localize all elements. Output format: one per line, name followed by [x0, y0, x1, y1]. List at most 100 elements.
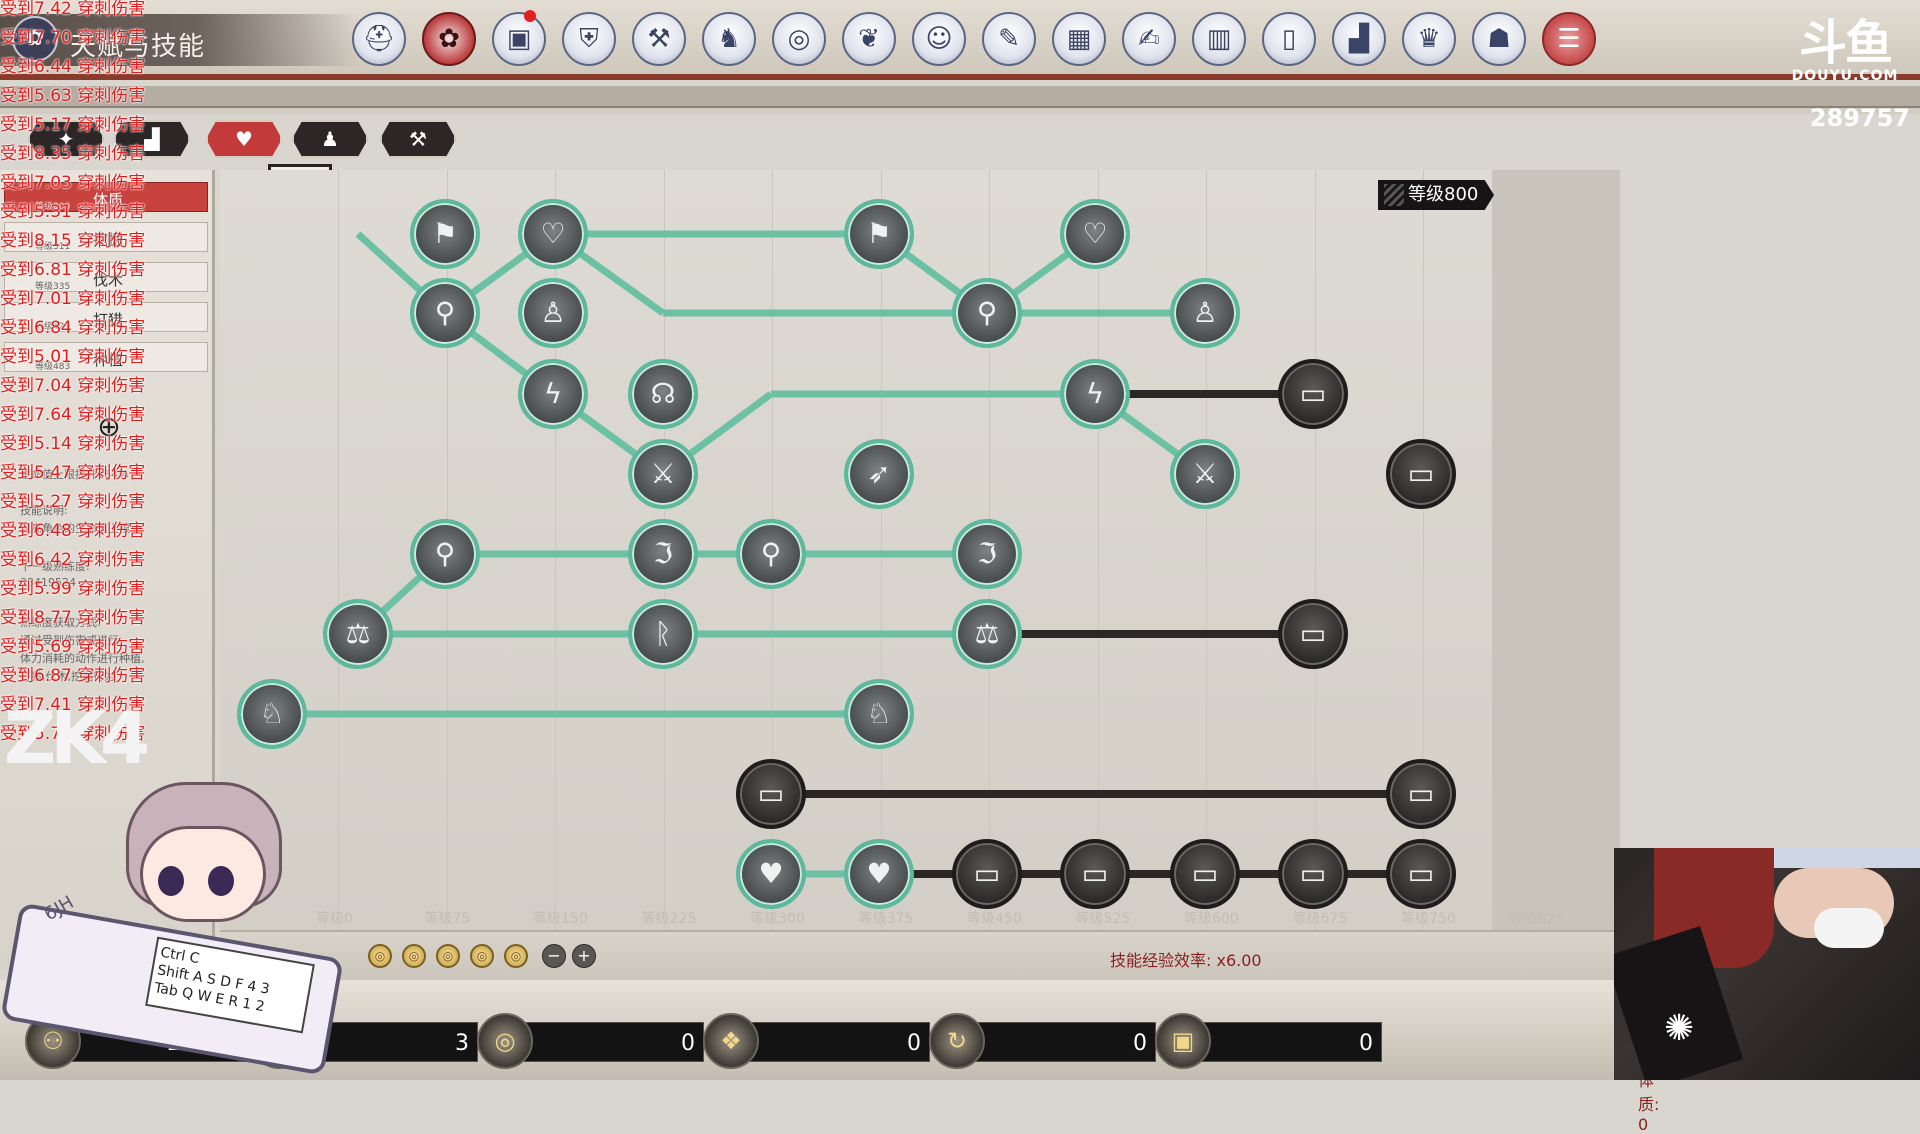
coin-icon[interactable]: ◎	[772, 12, 826, 66]
talent-icon[interactable]: ✿	[422, 12, 476, 66]
speed-plus-button[interactable]: +	[572, 944, 596, 968]
map-icon[interactable]: ▦	[1052, 12, 1106, 66]
ranking-icon[interactable]: ▟	[1332, 12, 1386, 66]
book-icon[interactable]: ✍	[1122, 12, 1176, 66]
tab-leader[interactable]: ♟	[292, 120, 368, 158]
speed-5-icon[interactable]: ◎	[504, 944, 528, 968]
header-band-lower	[0, 108, 1920, 114]
talent-node-stomach-icon[interactable]: ℑ	[628, 519, 698, 589]
talent-node-meat-icon[interactable]: ⚲	[736, 519, 806, 589]
talent-node-chest-lock-icon[interactable]: ▭	[1278, 599, 1348, 669]
chest-lock-icon: ▭	[1407, 457, 1435, 490]
talent-node-lightning-icon[interactable]: ϟ	[1060, 359, 1130, 429]
mask-icon[interactable]: ☗	[1472, 12, 1526, 66]
skill-item-farming[interactable]: 种植 等级483	[4, 342, 208, 372]
talent-node-run-icon[interactable]: ⚑	[410, 199, 480, 269]
talent-node-chest-lock-icon[interactable]: ▭	[1278, 359, 1348, 429]
skill-item-hunting[interactable]: 打猎 等级429	[4, 302, 208, 332]
talent-node-heart-plus-icon[interactable]: ♥	[736, 839, 806, 909]
talent-node-broken-heart-icon[interactable]: ♡	[1060, 199, 1130, 269]
speed-minus-button[interactable]: −	[542, 944, 566, 968]
webcam-mouse	[1814, 908, 1884, 948]
strength-icon: ⚔	[650, 457, 676, 490]
talent-node-body-icon[interactable]: ♙	[518, 278, 588, 348]
column-label: 等级450	[967, 911, 1022, 927]
talent-node-head-icon[interactable]: ☊	[628, 359, 698, 429]
talent-node-stomach-icon[interactable]: ℑ	[952, 519, 1022, 589]
detail-gain-2: 体力消耗的动作进行种植,	[20, 652, 145, 665]
resource-refresh: ↻ 0	[929, 1013, 1156, 1069]
talent-node-body-icon[interactable]: ♙	[1170, 278, 1240, 348]
talent-node-chest-lock-icon[interactable]: ▭	[1060, 839, 1130, 909]
door-icon[interactable]: ▯	[1262, 12, 1316, 66]
talent-node-heart-plus-icon[interactable]: ♥	[844, 839, 914, 909]
tab-crafting[interactable]: ⚒	[380, 120, 456, 158]
speed-3-icon[interactable]: ◎	[436, 944, 460, 968]
level-badge-text: 等级800	[1408, 184, 1479, 205]
tab-constitution[interactable]: ♥	[206, 120, 282, 158]
talent-node-chest-lock-icon[interactable]: ▭	[1278, 839, 1348, 909]
horse-icon[interactable]: ♞	[702, 12, 756, 66]
skill-item-name: 体质	[93, 191, 124, 209]
speed-4-icon[interactable]: ◎	[470, 944, 494, 968]
column-gridline	[1531, 170, 1533, 930]
detail-gain-title: 熟练度获取方式:	[20, 616, 101, 629]
talent-node-chest-lock-icon[interactable]: ▭	[1170, 839, 1240, 909]
talent-node-chest-lock-icon[interactable]: ▭	[952, 839, 1022, 909]
shield-icon[interactable]: ⛨	[562, 12, 616, 66]
resource-value: 0	[681, 1031, 695, 1056]
body-icon: ♙	[540, 296, 566, 329]
talent-node-chest-lock-icon[interactable]: ▭	[1386, 759, 1456, 829]
page-title: 天赋与技能	[70, 32, 206, 62]
talent-node-strength-icon[interactable]: ⚔	[1170, 439, 1240, 509]
tab-skill[interactable]: ▟	[114, 120, 190, 158]
talent-node-organ-icon[interactable]: ᚱ	[628, 599, 698, 669]
talent-node-broken-heart-icon[interactable]: ♡	[518, 199, 588, 269]
talent-node-chest-lock-icon[interactable]: ▭	[1386, 439, 1456, 509]
skill-item-digging[interactable]: 挖掘 等级311	[4, 222, 208, 252]
column-label: 等级150	[533, 911, 588, 927]
talent-node-torso-icon[interactable]: ⚲	[410, 278, 480, 348]
helmet-icon[interactable]: ⛑	[352, 12, 406, 66]
face-icon[interactable]: ☺	[912, 12, 966, 66]
talent-node-chest-lock-icon[interactable]: ▭	[736, 759, 806, 829]
chest-icon[interactable]: ▣	[492, 12, 546, 66]
tab-combat[interactable]: ✦	[28, 120, 104, 158]
tools-icon[interactable]: ⚒	[632, 12, 686, 66]
webcam-keyboard	[1754, 848, 1920, 868]
records-icon[interactable]: ☰	[1542, 12, 1596, 66]
speed-1-icon[interactable]: ◎	[368, 944, 392, 968]
detail-gain-3: 打猎,伐木,挖掘行为	[20, 670, 115, 683]
talent-node-chest-lock-icon[interactable]: ▭	[1386, 839, 1456, 909]
speed-2-icon[interactable]: ◎	[402, 944, 426, 968]
column-label: 等级825	[1509, 911, 1565, 927]
talent-node-run-icon[interactable]: ⚑	[844, 199, 914, 269]
torso-icon: ⚲	[976, 296, 998, 329]
talent-node-weight-icon[interactable]: ⚖	[952, 599, 1022, 669]
stream-logo-mark: 斗鱼	[1798, 15, 1893, 71]
detail-gain-1: 通过受到伤害或进行	[20, 634, 119, 647]
talent-node-arrow-body-icon[interactable]: ➶	[844, 439, 914, 509]
scroll-icon[interactable]: ✎	[982, 12, 1036, 66]
talent-node-muscle-icon[interactable]: ♘	[844, 679, 914, 749]
stomach-icon: ℑ	[977, 537, 997, 570]
talent-node-lightning-icon[interactable]: ϟ	[518, 359, 588, 429]
skill-item-name: 种植	[93, 351, 124, 369]
skill-item-constitution[interactable]: 体质 等级800	[4, 182, 208, 212]
beast-icon[interactable]: ❦	[842, 12, 896, 66]
skill-item-logging[interactable]: 伐木 等级335	[4, 262, 208, 292]
chest-lock-icon: ▭	[1191, 857, 1219, 890]
talent-node-weight-icon[interactable]: ⚖	[323, 599, 393, 669]
throne-icon[interactable]: ♛	[1402, 12, 1456, 66]
talent-node-muscle-icon[interactable]: ♘	[237, 679, 307, 749]
header-band	[0, 86, 1920, 108]
library-icon[interactable]: ▥	[1192, 12, 1246, 66]
talent-node-meat-icon[interactable]: ⚲	[410, 519, 480, 589]
skill-item-level: 等级429	[35, 322, 71, 332]
locked-region	[1492, 170, 1620, 930]
streamer-avatar: Ctrl C Shift A S D F 4 3 Tab Q W E R 1 2…	[0, 780, 350, 1076]
talent-node-strength-icon[interactable]: ⚔	[628, 439, 698, 509]
talent-node-torso-icon[interactable]: ⚲	[952, 278, 1022, 348]
column-label: 等级225	[641, 911, 697, 927]
token-icon: ◎	[477, 1013, 533, 1069]
